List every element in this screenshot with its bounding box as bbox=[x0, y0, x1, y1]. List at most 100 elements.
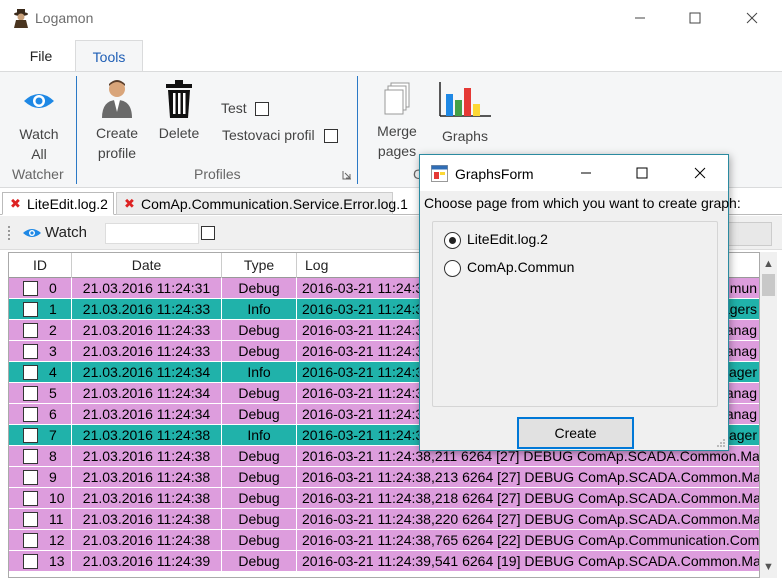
cell-date: 21.03.2016 11:24:33 bbox=[72, 320, 222, 341]
merge-pages-label-line2: pages bbox=[377, 143, 417, 159]
merge-pages-label-line1: Merge bbox=[377, 123, 417, 139]
scroll-up-icon[interactable]: ▲ bbox=[760, 255, 777, 272]
row-id: 7 bbox=[49, 427, 57, 443]
radio-label: LiteEdit.log.2 bbox=[467, 231, 548, 247]
watch-all-button[interactable]: Watch All bbox=[8, 88, 70, 164]
maximize-button[interactable] bbox=[672, 0, 718, 36]
column-header-id[interactable]: ID bbox=[9, 253, 72, 278]
log-text: 2016-03-21 11:24:3 bbox=[302, 343, 424, 359]
eye-icon bbox=[24, 94, 54, 108]
toolbar-grip[interactable] bbox=[8, 226, 10, 240]
cell-id: 2 bbox=[9, 320, 72, 341]
cell-type: Debug bbox=[222, 488, 297, 509]
cell-id: 0 bbox=[9, 278, 72, 299]
dialog-launcher-icon[interactable] bbox=[342, 170, 352, 180]
watch-button[interactable]: Watch bbox=[22, 224, 87, 241]
doc-tab-comap-error[interactable]: ✖ ComAp.Communication.Service.Error.log.… bbox=[116, 192, 408, 215]
cell-date: 21.03.2016 11:24:34 bbox=[72, 404, 222, 425]
size-grip-icon[interactable] bbox=[716, 438, 726, 448]
group-separator bbox=[357, 76, 358, 184]
log-text-tail: anag bbox=[725, 385, 757, 401]
row-checkbox[interactable] bbox=[23, 512, 38, 527]
column-header-type[interactable]: Type bbox=[222, 253, 297, 278]
row-checkbox[interactable] bbox=[23, 533, 38, 548]
cell-type: Debug bbox=[222, 551, 297, 572]
delete-button[interactable]: Delete bbox=[152, 80, 206, 143]
cell-type: Debug bbox=[222, 446, 297, 467]
cell-log: 2016-03-21 11:24:39,541 6264 [19] DEBUG … bbox=[297, 551, 759, 572]
row-checkbox[interactable] bbox=[23, 323, 38, 338]
merge-pages-button[interactable]: Merge pages bbox=[370, 82, 424, 161]
testovaci-profil-checkbox-box[interactable] bbox=[324, 129, 339, 144]
create-profile-label-line1: Create bbox=[95, 125, 139, 141]
create-button[interactable]: Create bbox=[517, 417, 634, 449]
row-checkbox[interactable] bbox=[23, 302, 38, 317]
table-row[interactable]: 13 21.03.2016 11:24:39 Debug 2016-03-21 11:… bbox=[9, 551, 759, 572]
test-checkbox-box[interactable] bbox=[254, 102, 269, 117]
watcher-group-label: Watcher bbox=[12, 166, 64, 182]
cell-type: Debug bbox=[222, 341, 297, 362]
create-profile-button[interactable]: Create profile bbox=[88, 78, 146, 163]
minimize-icon bbox=[635, 17, 645, 19]
table-row[interactable]: 11 21.03.2016 11:24:38 Debug 2016-03-21 11:… bbox=[9, 509, 759, 530]
close-tab-icon[interactable]: ✖ bbox=[124, 193, 135, 215]
cell-type: Info bbox=[222, 299, 297, 320]
doc-tab-liteedit[interactable]: ✖ LiteEdit.log.2 bbox=[2, 192, 114, 215]
menu-tab-tools[interactable]: Tools bbox=[75, 40, 143, 72]
scroll-down-icon[interactable]: ▼ bbox=[760, 558, 777, 575]
grid-scrollbar[interactable]: ▲ ▼ bbox=[760, 252, 777, 578]
row-checkbox[interactable] bbox=[23, 449, 38, 464]
scroll-thumb[interactable] bbox=[762, 274, 775, 296]
row-checkbox[interactable] bbox=[23, 281, 38, 296]
dialog-minimize-button[interactable] bbox=[558, 155, 614, 191]
minimize-button[interactable] bbox=[617, 0, 663, 36]
table-row[interactable]: 12 21.03.2016 11:24:38 Debug 2016-03-21 11:… bbox=[9, 530, 759, 551]
close-icon bbox=[694, 167, 706, 179]
testovaci-profil-checkbox[interactable]: Testovaci profil bbox=[222, 127, 339, 144]
watch-checkbox[interactable] bbox=[201, 226, 215, 240]
cell-date: 21.03.2016 11:24:33 bbox=[72, 299, 222, 320]
toolbar-field-right[interactable] bbox=[728, 222, 772, 246]
row-checkbox[interactable] bbox=[23, 407, 38, 422]
menu-tab-file[interactable]: File bbox=[18, 40, 64, 72]
row-id: 9 bbox=[49, 469, 57, 485]
close-tab-icon[interactable]: ✖ bbox=[10, 193, 21, 215]
graphs-button[interactable]: Graphs bbox=[434, 80, 496, 146]
column-header-date[interactable]: Date bbox=[72, 253, 222, 278]
test-profile-checkbox[interactable]: Test bbox=[221, 100, 269, 117]
row-checkbox[interactable] bbox=[23, 428, 38, 443]
radio-option-liteedit[interactable]: LiteEdit.log.2 bbox=[444, 231, 548, 249]
profiles-group-label: Profiles bbox=[194, 166, 241, 182]
table-row[interactable]: 10 21.03.2016 11:24:38 Debug 2016-03-21 11:… bbox=[9, 488, 760, 509]
row-id: 8 bbox=[49, 448, 57, 464]
dialog-maximize-button[interactable] bbox=[614, 155, 670, 191]
log-text: 2016-03-21 11:24:3 bbox=[302, 301, 424, 317]
log-text-tail: ager bbox=[728, 364, 757, 380]
row-checkbox[interactable] bbox=[23, 554, 38, 569]
watch-filter-input[interactable] bbox=[105, 223, 199, 244]
close-button[interactable] bbox=[729, 0, 775, 36]
row-checkbox[interactable] bbox=[23, 386, 38, 401]
cell-date: 21.03.2016 11:24:38 bbox=[72, 446, 222, 467]
dialog-close-button[interactable] bbox=[672, 155, 728, 191]
row-checkbox[interactable] bbox=[23, 491, 38, 506]
radio-option-comap[interactable]: ComAp.Commun bbox=[444, 259, 574, 277]
watch-all-label-line2: All bbox=[31, 146, 47, 162]
row-id: 13 bbox=[49, 553, 65, 569]
group-separator bbox=[76, 76, 77, 184]
table-row[interactable]: 9 21.03.2016 11:24:38 Debug 2016-03-21 11:2… bbox=[9, 467, 759, 488]
row-checkbox[interactable] bbox=[23, 365, 38, 380]
cell-type: Debug bbox=[222, 320, 297, 341]
radio-unselected-icon[interactable] bbox=[444, 259, 461, 277]
row-id: 6 bbox=[49, 406, 57, 422]
row-checkbox[interactable] bbox=[23, 470, 38, 485]
spy-app-icon bbox=[14, 9, 28, 28]
cell-type: Info bbox=[222, 425, 297, 446]
row-id: 0 bbox=[49, 280, 57, 296]
cell-id: 11 bbox=[9, 509, 72, 530]
row-checkbox[interactable] bbox=[23, 344, 38, 359]
log-text: 2016-03-21 11:24:38,218 6264 [27] DEBUG … bbox=[302, 490, 760, 506]
log-text-tail: anag bbox=[725, 406, 757, 422]
radio-selected-icon[interactable] bbox=[444, 231, 461, 249]
watch-all-label-line1: Watch bbox=[19, 126, 59, 142]
